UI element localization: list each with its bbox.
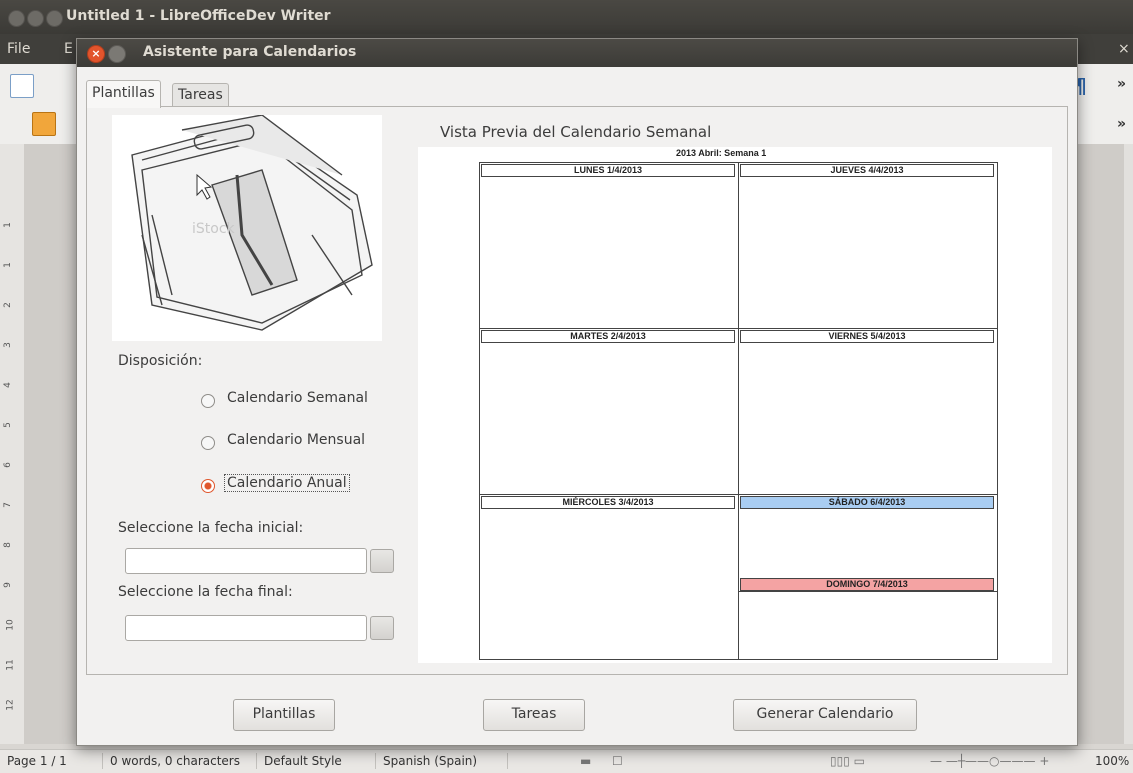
layout-label: Disposición: [118,353,203,369]
tear-off-calendar-image: iStock [131,114,373,331]
page-style[interactable]: Default Style [264,754,342,768]
generate-calendar-button[interactable]: Generar Calendario [733,699,917,731]
window-titlebar: Untitled 1 - LibreOfficeDev Writer [0,0,1133,34]
close-window-icon[interactable] [8,10,25,27]
ruler-mark: 1 [2,262,13,268]
start-date-input[interactable] [125,548,367,574]
maximize-window-icon[interactable] [46,10,63,27]
insert-mode-icon[interactable]: ▬ [580,754,591,768]
day-cell-thursday [738,162,998,330]
radio-weekly[interactable] [201,394,215,408]
ruler-mark: 11 [5,659,16,671]
start-date-label: Seleccione la fecha inicial: [118,520,304,536]
dialog-title: Asistente para Calendarios [143,44,357,60]
ruler-mark: 7 [2,502,13,508]
ruler-mark: 6 [2,462,13,468]
menu-edit[interactable]: E [64,41,73,57]
ruler-mark: 9 [2,582,13,588]
language[interactable]: Spanish (Spain) [383,754,477,768]
weekend-divider [738,591,998,592]
status-separator [102,753,103,769]
ruler-mark: 8 [2,542,13,548]
minimize-window-icon[interactable] [27,10,44,27]
day-header-friday: VIERNES 5/4/2013 [740,330,994,343]
toolbar-overflow-icon-2[interactable]: » [1117,116,1126,132]
day-cell-wednesday [479,494,739,660]
preview-heading: 2013 Abril: Semana 1 [676,148,767,158]
window-title: Untitled 1 - LibreOfficeDev Writer [66,8,331,24]
day-cell-friday [738,328,998,496]
dialog-titlebar: × Asistente para Calendarios [77,39,1077,67]
calendar-wizard-dialog: × Asistente para Calendarios Plantillas … [76,38,1078,746]
tab-tareas[interactable]: Tareas [172,83,229,106]
day-cell-tuesday [479,328,739,496]
radio-weekly-label[interactable]: Calendario Semanal [227,390,368,406]
day-header-tuesday: MARTES 2/4/2013 [481,330,735,343]
ruler-mark: 3 [2,342,13,348]
tab-plantillas[interactable]: Plantillas [86,80,161,108]
close-document-icon[interactable]: × [1118,41,1130,57]
end-date-picker-button[interactable] [370,616,394,640]
vertical-scrollbar[interactable] [1124,144,1133,744]
day-cell-monday [479,162,739,330]
status-separator [375,753,376,769]
day-header-monday: LUNES 1/4/2013 [481,164,735,177]
tasks-button[interactable]: Tareas [483,699,585,731]
end-date-label: Seleccione la fecha final: [118,584,293,600]
radio-monthly-label[interactable]: Calendario Mensual [227,432,365,448]
ruler-mark: 4 [2,382,13,388]
toolbar-overflow-icon[interactable]: » [1117,76,1126,92]
dialog-minimize-icon[interactable] [108,45,126,63]
zoom-slider[interactable]: — —┼——○——— + [930,754,1049,768]
day-header-thursday: JUEVES 4/4/2013 [740,164,994,177]
start-date-picker-button[interactable] [370,549,394,573]
radio-annual[interactable] [201,479,215,493]
word-count: 0 words, 0 characters [110,754,240,768]
end-date-input[interactable] [125,615,367,641]
radio-monthly[interactable] [201,436,215,450]
day-header-wednesday: MIÉRCOLES 3/4/2013 [481,496,735,509]
view-layout-icon[interactable]: ▯▯▯ ▭ [830,754,865,768]
zoom-level[interactable]: 100% [1095,754,1129,768]
document-signature-icon[interactable]: ☐ [612,754,623,768]
page-count: Page 1 / 1 [7,754,67,768]
ruler-mark: 12 [5,699,16,711]
status-separator [256,753,257,769]
ruler-mark: 1 [2,222,13,228]
styles-icon[interactable] [32,112,56,136]
new-document-icon[interactable] [10,74,34,98]
day-header-sunday: DOMINGO 7/4/2013 [740,578,994,591]
watermark-text: iStock [192,221,236,237]
ruler-mark: 10 [5,619,16,631]
menu-file[interactable]: File [7,41,30,57]
ruler-mark: 5 [2,422,13,428]
dialog-close-icon[interactable]: × [87,45,105,63]
day-cell-weekend [738,494,998,660]
vertical-ruler: 1 1 2 3 4 5 6 7 8 9 10 11 12 [0,144,25,744]
preview-title: Vista Previa del Calendario Semanal [440,123,712,141]
radio-annual-label[interactable]: Calendario Anual [224,474,350,492]
templates-button[interactable]: Plantillas [233,699,335,731]
ruler-mark: 2 [2,302,13,308]
weekly-calendar-preview: 2013 Abril: Semana 1 LUNES 1/4/2013 MART… [418,147,1052,663]
day-header-saturday: SÁBADO 6/4/2013 [740,496,994,509]
status-bar: Page 1 / 1 0 words, 0 characters Default… [0,749,1133,773]
calendar-illustration: iStock [112,114,382,341]
status-separator [507,753,508,769]
